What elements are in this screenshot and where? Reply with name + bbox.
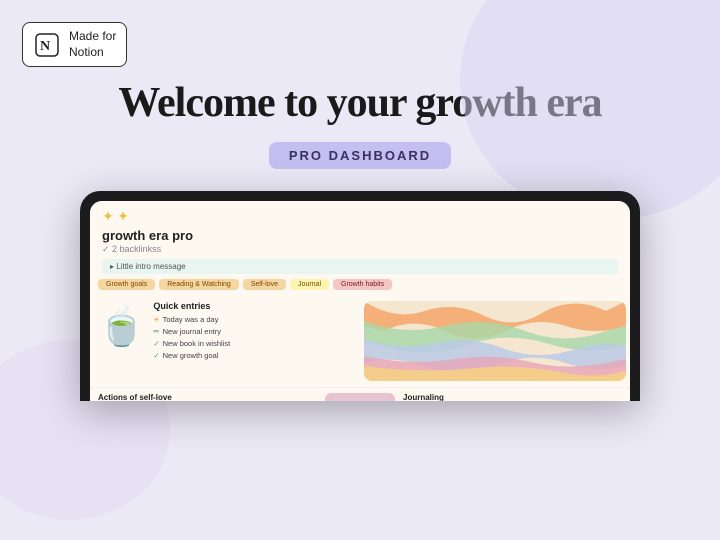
journaling-section: Journaling 📅 all <box>403 393 622 401</box>
screen-right-panel <box>360 295 630 387</box>
screen-tabs: Growth goals Reading & Watching Self-lov… <box>90 274 630 295</box>
screen-body: 🍵 Quick entries ☀ Today was a day ✏ New … <box>90 295 630 387</box>
quick-entry-4: ✓ New growth goal <box>153 350 230 362</box>
screen-header: ✦ ✦ growth era pro ✓ 2 backlinkss ▸ Litt… <box>90 201 630 274</box>
quick-entry-1: ☀ Today was a day <box>153 314 230 326</box>
screen-title: growth era pro <box>102 228 618 243</box>
tab-growth-goals[interactable]: Growth goals <box>98 279 155 290</box>
teabag-illustration: 🍵 <box>98 305 145 362</box>
check-icon-1: ✓ <box>153 338 159 350</box>
tab-reading-watching[interactable]: Reading & Watching <box>159 279 239 290</box>
screen-bottom: Actions of self-love 📅 This week 📅 This … <box>90 387 630 401</box>
screen-left-panel: 🍵 Quick entries ☀ Today was a day ✏ New … <box>90 295 360 387</box>
screen-subtitle: ✓ 2 backlinkss <box>102 244 618 255</box>
check-icon-2: ✓ <box>153 350 159 362</box>
pencil-icon: ✏ <box>153 326 159 338</box>
tablet-mockup: ✦ ✦ growth era pro ✓ 2 backlinkss ▸ Litt… <box>80 191 640 401</box>
sparkle-icon: ✦ ✦ <box>102 209 618 226</box>
svg-text:N: N <box>40 39 50 54</box>
notion-logo-icon: N <box>33 31 61 59</box>
tablet-screen: ✦ ✦ growth era pro ✓ 2 backlinkss ▸ Litt… <box>90 201 630 401</box>
intro-bar: ▸ Little intro message <box>102 259 618 274</box>
tab-self-love[interactable]: Self-love <box>243 279 286 290</box>
notion-badge: N Made for Notion <box>22 22 127 67</box>
tab-journal[interactable]: Journal <box>290 279 329 290</box>
tablet-frame: ✦ ✦ growth era pro ✓ 2 backlinkss ▸ Litt… <box>80 191 640 401</box>
tab-growth-habits[interactable]: Growth habits <box>333 279 392 290</box>
keep-badge: keep <box>325 393 395 401</box>
sun-icon: ☀ <box>153 315 159 326</box>
quick-entry-2: ✏ New journal entry <box>153 326 230 338</box>
self-love-section: Actions of self-love 📅 This week 📅 This … <box>98 393 317 401</box>
pro-dashboard-badge: PRO DASHBOARD <box>269 142 451 169</box>
quick-entries-panel: Quick entries ☀ Today was a day ✏ New jo… <box>153 301 230 362</box>
notion-badge-text: Made for Notion <box>69 29 116 60</box>
wavy-art <box>364 301 626 381</box>
quick-entry-3: ✓ New book in wishlist <box>153 338 230 350</box>
